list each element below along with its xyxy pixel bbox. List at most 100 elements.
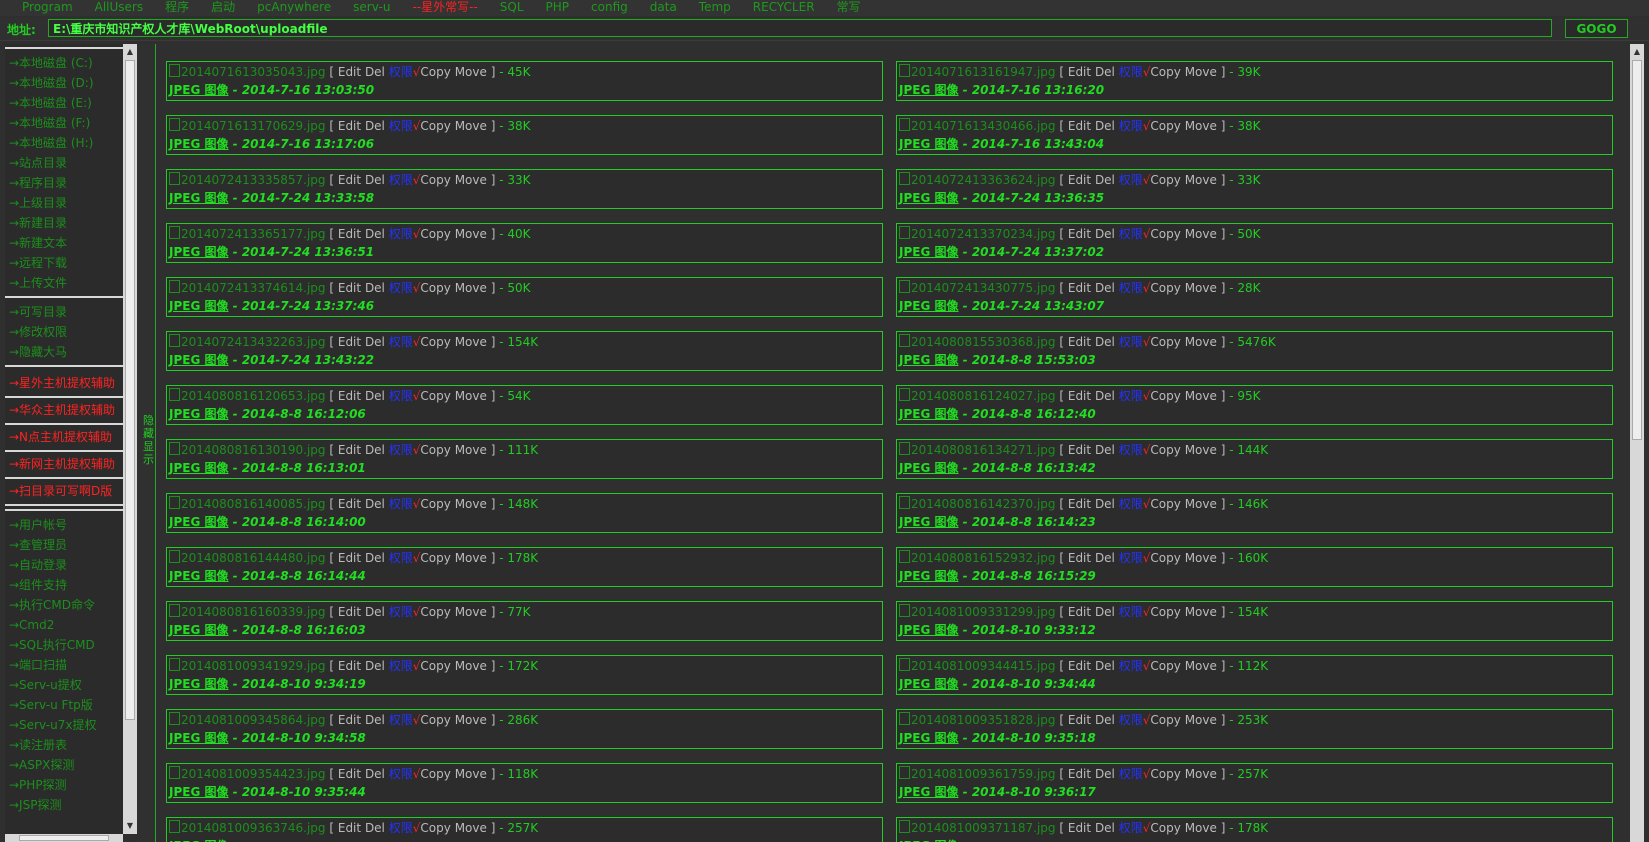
- del-link[interactable]: Del: [365, 605, 385, 619]
- move-link[interactable]: Move: [455, 605, 487, 619]
- file-name-link[interactable]: 2014081009354423.jpg: [181, 767, 326, 781]
- del-link[interactable]: Del: [1095, 551, 1115, 565]
- sidebar-item[interactable]: →自动登录: [5, 555, 123, 575]
- sidebar-item[interactable]: →JSP探测: [5, 795, 123, 815]
- edit-link[interactable]: Edit: [338, 497, 361, 511]
- file-type-link[interactable]: JPEG 图像: [899, 731, 959, 745]
- move-link[interactable]: Move: [1185, 605, 1217, 619]
- permission-link[interactable]: 权限: [389, 227, 413, 241]
- nav-link[interactable]: --星外常写--: [412, 0, 477, 14]
- move-link[interactable]: Move: [1185, 767, 1217, 781]
- file-type-link[interactable]: JPEG 图像: [899, 353, 959, 367]
- del-link[interactable]: Del: [365, 713, 385, 727]
- move-link[interactable]: Move: [455, 335, 487, 349]
- permission-link[interactable]: 权限: [1119, 119, 1143, 133]
- permission-link[interactable]: 权限: [1119, 497, 1143, 511]
- edit-link[interactable]: Edit: [1068, 821, 1091, 835]
- copy-link[interactable]: Copy: [1150, 659, 1180, 673]
- sidebar-scrollbar[interactable]: ▲ ▼: [123, 44, 137, 834]
- move-link[interactable]: Move: [455, 659, 487, 673]
- permission-link[interactable]: 权限: [389, 335, 413, 349]
- file-type-link[interactable]: JPEG 图像: [899, 677, 959, 691]
- permission-link[interactable]: 权限: [1119, 389, 1143, 403]
- edit-link[interactable]: Edit: [1068, 65, 1091, 79]
- del-link[interactable]: Del: [1095, 281, 1115, 295]
- permission-link[interactable]: 权限: [1119, 767, 1143, 781]
- nav-link[interactable]: config: [591, 0, 628, 14]
- del-link[interactable]: Del: [365, 227, 385, 241]
- copy-link[interactable]: Copy: [420, 119, 450, 133]
- edit-link[interactable]: Edit: [1068, 227, 1091, 241]
- sidebar-item[interactable]: →上传文件: [5, 273, 123, 293]
- edit-link[interactable]: Edit: [1068, 497, 1091, 511]
- nav-link[interactable]: PHP: [546, 0, 570, 14]
- file-name-link[interactable]: 2014081009345864.jpg: [181, 713, 326, 727]
- copy-link[interactable]: Copy: [1150, 119, 1180, 133]
- sidebar-item[interactable]: →查管理员: [5, 535, 123, 555]
- edit-link[interactable]: Edit: [338, 281, 361, 295]
- permission-link[interactable]: 权限: [389, 281, 413, 295]
- del-link[interactable]: Del: [1095, 713, 1115, 727]
- file-name-link[interactable]: 2014072413432263.jpg: [181, 335, 326, 349]
- edit-link[interactable]: Edit: [1068, 443, 1091, 457]
- sidebar-item[interactable]: →Serv-u7x提权: [5, 715, 123, 735]
- del-link[interactable]: Del: [1095, 65, 1115, 79]
- sidebar-toggle[interactable]: 隐藏显示: [140, 44, 156, 842]
- permission-link[interactable]: 权限: [389, 497, 413, 511]
- file-type-link[interactable]: JPEG 图像: [899, 191, 959, 205]
- move-link[interactable]: Move: [1185, 443, 1217, 457]
- sidebar-item[interactable]: →用户帐号: [5, 515, 123, 535]
- nav-link[interactable]: pcAnywhere: [257, 0, 331, 14]
- edit-link[interactable]: Edit: [338, 605, 361, 619]
- copy-link[interactable]: Copy: [420, 335, 450, 349]
- file-type-link[interactable]: JPEG 图像: [169, 731, 229, 745]
- move-link[interactable]: Move: [455, 443, 487, 457]
- file-type-link[interactable]: JPEG 图像: [169, 191, 229, 205]
- permission-link[interactable]: 权限: [1119, 281, 1143, 295]
- del-link[interactable]: Del: [1095, 443, 1115, 457]
- sidebar-item-privilege[interactable]: →星外主机提权辅助: [5, 371, 123, 398]
- file-name-link[interactable]: 2014080816152932.jpg: [911, 551, 1056, 565]
- file-name-link[interactable]: 2014081009331299.jpg: [911, 605, 1056, 619]
- sidebar-item[interactable]: →端口扫描: [5, 655, 123, 675]
- move-link[interactable]: Move: [1185, 389, 1217, 403]
- file-type-link[interactable]: JPEG 图像: [169, 677, 229, 691]
- go-button[interactable]: GOGO: [1565, 19, 1628, 38]
- edit-link[interactable]: Edit: [338, 821, 361, 835]
- copy-link[interactable]: Copy: [420, 65, 450, 79]
- del-link[interactable]: Del: [365, 65, 385, 79]
- address-input[interactable]: [48, 19, 1552, 37]
- move-link[interactable]: Move: [455, 65, 487, 79]
- del-link[interactable]: Del: [1095, 497, 1115, 511]
- move-link[interactable]: Move: [1185, 497, 1217, 511]
- del-link[interactable]: Del: [1095, 821, 1115, 835]
- file-name-link[interactable]: 2014080816140085.jpg: [181, 497, 326, 511]
- move-link[interactable]: Move: [455, 389, 487, 403]
- copy-link[interactable]: Copy: [1150, 281, 1180, 295]
- sidebar-item[interactable]: →程序目录: [5, 173, 123, 193]
- move-link[interactable]: Move: [455, 497, 487, 511]
- sidebar-item[interactable]: →隐藏大马: [5, 342, 123, 362]
- copy-link[interactable]: Copy: [420, 767, 450, 781]
- edit-link[interactable]: Edit: [338, 173, 361, 187]
- file-name-link[interactable]: 2014081009351828.jpg: [911, 713, 1056, 727]
- edit-link[interactable]: Edit: [338, 335, 361, 349]
- permission-link[interactable]: 权限: [1119, 659, 1143, 673]
- edit-link[interactable]: Edit: [1068, 335, 1091, 349]
- file-name-link[interactable]: 2014071613170629.jpg: [181, 119, 326, 133]
- sidebar-item[interactable]: →站点目录: [5, 153, 123, 173]
- edit-link[interactable]: Edit: [338, 443, 361, 457]
- del-link[interactable]: Del: [1095, 767, 1115, 781]
- copy-link[interactable]: Copy: [420, 713, 450, 727]
- nav-link[interactable]: Temp: [699, 0, 731, 14]
- nav-link[interactable]: serv-u: [353, 0, 390, 14]
- file-type-link[interactable]: JPEG 图像: [169, 785, 229, 799]
- edit-link[interactable]: Edit: [1068, 605, 1091, 619]
- del-link[interactable]: Del: [365, 821, 385, 835]
- file-type-link[interactable]: JPEG 图像: [899, 137, 959, 151]
- sidebar-scroll-thumb[interactable]: [125, 60, 135, 720]
- copy-link[interactable]: Copy: [1150, 389, 1180, 403]
- del-link[interactable]: Del: [1095, 659, 1115, 673]
- permission-link[interactable]: 权限: [389, 767, 413, 781]
- edit-link[interactable]: Edit: [1068, 281, 1091, 295]
